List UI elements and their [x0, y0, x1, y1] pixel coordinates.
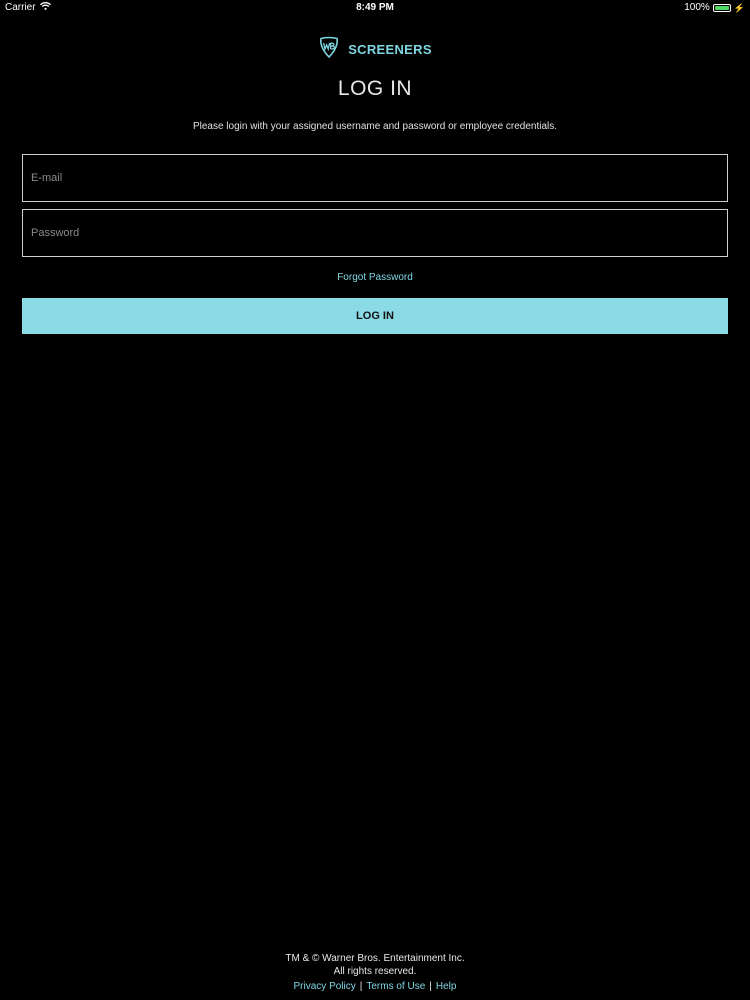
- battery-level: [714, 5, 729, 10]
- status-right: 100% ⚡: [684, 2, 745, 13]
- privacy-policy-link[interactable]: Privacy Policy: [294, 981, 356, 992]
- charging-bolt-icon: ⚡: [733, 2, 745, 13]
- link-separator: |: [359, 981, 363, 992]
- rights-text: All rights reserved.: [333, 966, 417, 977]
- copyright-text: TM & © Warner Bros. Entertainment Inc.: [285, 953, 465, 964]
- brand-name: SCREENERS: [348, 42, 432, 57]
- email-field[interactable]: [23, 155, 727, 201]
- login-instructions: Please login with your assigned username…: [192, 121, 558, 132]
- help-link[interactable]: Help: [436, 981, 457, 992]
- terms-of-use-link[interactable]: Terms of Use: [366, 981, 425, 992]
- wb-shield-logo: [318, 36, 340, 63]
- brand-header: SCREENERS: [0, 36, 750, 63]
- status-bar: Carrier 8:49 PM 100% ⚡: [0, 0, 750, 16]
- link-separator: |: [429, 981, 432, 992]
- status-time: 8:49 PM: [356, 2, 394, 13]
- password-field-container: [22, 209, 728, 257]
- password-field[interactable]: [23, 210, 727, 256]
- footer: TM & © Warner Bros. Entertainment Inc. A…: [0, 952, 750, 993]
- forgot-password-link[interactable]: Forgot Password: [0, 272, 750, 283]
- email-field-container: [22, 154, 728, 202]
- battery-icon: [712, 3, 731, 12]
- page-title: LOG IN: [337, 77, 413, 100]
- battery-percent: 100%: [684, 2, 710, 13]
- footer-links: Privacy Policy | Terms of Use | Help: [0, 980, 750, 993]
- login-button[interactable]: LOG IN: [22, 298, 728, 334]
